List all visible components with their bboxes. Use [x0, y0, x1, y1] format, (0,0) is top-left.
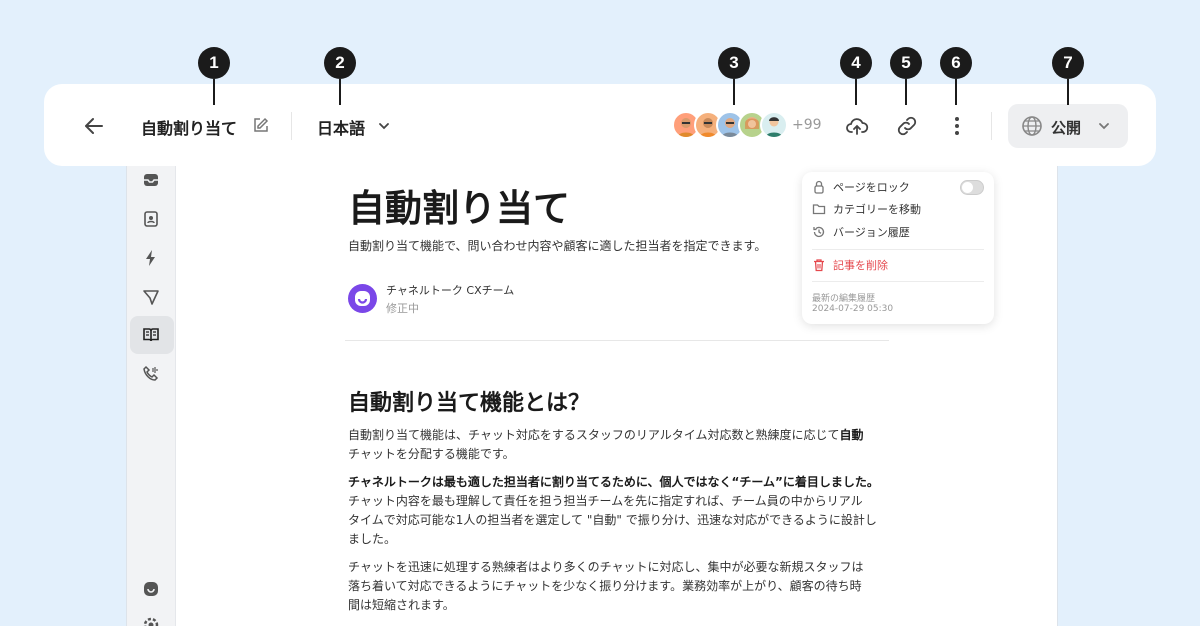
- history-icon: [812, 225, 826, 239]
- paragraph-3-line-b: 落ち着いて対応できるようにチャットを少なく振り分けます。業務効率が上がり、顧客の…: [348, 579, 862, 593]
- folder-icon: [812, 202, 826, 216]
- callout-6: 6: [940, 47, 972, 105]
- callout-4: 4: [840, 47, 872, 105]
- paragraph-1-bold: 自動: [839, 428, 864, 442]
- link-icon[interactable]: [895, 114, 919, 138]
- callout-stem: [339, 79, 341, 105]
- callout-stem: [213, 79, 215, 105]
- bolt-icon[interactable]: [142, 249, 160, 267]
- publish-button[interactable]: 公開: [1008, 104, 1128, 148]
- paragraph-2[interactable]: チャネルトークは最も適した担当者に割り当てるために、個人ではなく“チーム”に着目…: [348, 473, 893, 549]
- menu-item-delete-article[interactable]: 記事を削除: [812, 257, 888, 273]
- paragraph-3[interactable]: チャットを迅速に処理する熟練者はより多くのチャットに対応し、集中が必要な新規スタ…: [348, 558, 893, 615]
- menu-divider: [812, 281, 984, 282]
- last-edit-label: 最新の編集履歴: [812, 294, 876, 304]
- paragraph-3-line-c: 間は短縮されます。: [348, 598, 455, 612]
- send-icon[interactable]: [142, 288, 160, 306]
- move-label: カテゴリーを移動: [833, 203, 921, 216]
- paragraph-2-line-c: ました。: [348, 532, 397, 546]
- more-options-menu: ページをロック カテゴリーを移動 バージョン履歴 記事を削除 最新の編集履歴 2…: [802, 172, 994, 324]
- article-summary[interactable]: 自動割り当て機能で、問い合わせ内容や顧客に適した担当者を指定できます。: [348, 237, 766, 254]
- author-status: 修正中: [386, 302, 419, 315]
- avatar[interactable]: [760, 111, 788, 139]
- callout-number: 6: [940, 47, 972, 79]
- callout-number: 3: [718, 47, 750, 79]
- last-edit-time: 2024-07-29 05:30: [812, 304, 894, 314]
- divider: [291, 112, 292, 140]
- document-title[interactable]: 自動割り当て: [141, 115, 237, 139]
- language-selector[interactable]: 日本語: [317, 115, 365, 139]
- lock-icon: [812, 180, 826, 194]
- chevron-down-icon: [1097, 119, 1111, 133]
- divider: [991, 112, 992, 140]
- book-icon[interactable]: [142, 326, 160, 344]
- callout-stem: [905, 79, 907, 105]
- callout-number: 2: [324, 47, 356, 79]
- inbox-icon[interactable]: [142, 171, 160, 189]
- menu-item-move-category[interactable]: カテゴリーを移動: [812, 201, 921, 217]
- callout-number: 7: [1052, 47, 1084, 79]
- callout-2: 2: [324, 47, 356, 105]
- paragraph-3-line-a: チャットを迅速に処理する熟練者はより多くのチャットに対応し、集中が必要な新規スタ…: [348, 560, 864, 574]
- callout-3: 3: [718, 47, 750, 105]
- chevron-down-icon[interactable]: [377, 119, 391, 133]
- left-sidebar: [127, 140, 176, 626]
- callout-number: 4: [840, 47, 872, 79]
- author-avatar: [348, 284, 377, 313]
- section-heading[interactable]: 自動割り当て機能とは？: [348, 385, 590, 417]
- callout-number: 1: [198, 47, 230, 79]
- callout-stem: [855, 79, 857, 105]
- paragraph-1-text-a: 自動割り当て機能は、チャット対応をするスタッフのリアルタイム対応数と熟練度に応じ…: [348, 428, 840, 442]
- paragraph-2-line-a: チャット内容を最も理解して責任を担う担当チームを先に指定すれば、チーム員の中から…: [348, 494, 863, 508]
- history-label: バージョン履歴: [833, 226, 910, 239]
- callout-7: 7: [1052, 47, 1084, 105]
- paragraph-2-bold: チャネルトークは最も適した担当者に割り当てるために、個人ではなく“チーム”に着目…: [348, 475, 879, 489]
- callout-number: 5: [890, 47, 922, 79]
- back-arrow-icon[interactable]: [82, 114, 106, 138]
- paragraph-1[interactable]: 自動割り当て機能は、チャット対応をするスタッフのリアルタイム対応数と熟練度に応じ…: [348, 426, 893, 464]
- upload-cloud-icon[interactable]: [845, 114, 869, 138]
- contacts-icon[interactable]: [142, 210, 160, 228]
- lock-toggle[interactable]: [960, 180, 984, 195]
- author-name: チャネルトーク CXチーム: [386, 284, 515, 297]
- menu-item-version-history[interactable]: バージョン履歴: [812, 224, 910, 240]
- globe-icon: [1021, 115, 1043, 137]
- delete-label: 記事を削除: [833, 259, 888, 272]
- publish-label: 公開: [1051, 119, 1082, 137]
- menu-item-lock-page[interactable]: ページをロック: [812, 179, 910, 195]
- trash-icon: [812, 258, 826, 272]
- callout-1: 1: [198, 47, 230, 105]
- article-title[interactable]: 自動割り当て: [348, 178, 570, 232]
- callout-5: 5: [890, 47, 922, 105]
- phone-icon[interactable]: [142, 365, 160, 383]
- callout-stem: [955, 79, 957, 105]
- more-vertical-icon[interactable]: [945, 114, 969, 138]
- callout-stem: [1067, 79, 1069, 105]
- content-divider: [345, 340, 889, 341]
- settings-icon[interactable]: [142, 616, 160, 626]
- paragraph-2-line-b: タイムで対応可能な1人の担当者を選定して "自動" で振り分け、迅速な対応ができ…: [348, 513, 877, 527]
- lock-label: ページをロック: [833, 181, 910, 194]
- menu-divider: [812, 249, 984, 250]
- paragraph-1-text-c: チャットを分配する機能です。: [348, 447, 515, 461]
- callout-stem: [733, 79, 735, 105]
- more-users-count[interactable]: +99: [792, 117, 822, 133]
- channel-logo-icon[interactable]: [142, 580, 160, 598]
- edit-icon[interactable]: [252, 117, 269, 134]
